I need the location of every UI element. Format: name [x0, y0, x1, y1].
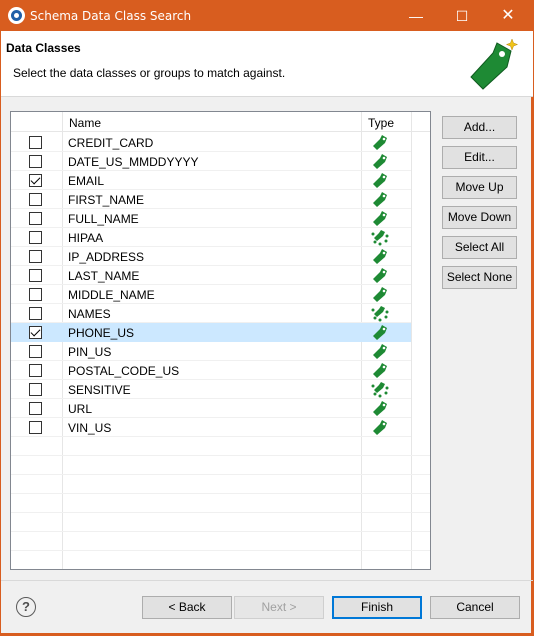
- empty-row: [11, 513, 430, 532]
- move-down-button[interactable]: Move Down: [442, 206, 517, 229]
- table-row[interactable]: PIN_US: [11, 342, 411, 361]
- select-all-button[interactable]: Select All: [442, 236, 517, 259]
- row-name: EMAIL: [68, 174, 105, 188]
- row-checkbox[interactable]: [29, 307, 42, 320]
- data-class-tag-icon: [371, 419, 389, 436]
- data-class-group-icon: [371, 305, 389, 322]
- row-checkbox[interactable]: [29, 212, 42, 225]
- minimize-button[interactable]: —: [393, 1, 439, 31]
- row-checkbox[interactable]: [29, 250, 42, 263]
- title-bar: Schema Data Class Search — ☐ ✕: [1, 1, 533, 31]
- data-class-tag-icon: [371, 400, 389, 417]
- help-icon[interactable]: ?: [16, 597, 36, 617]
- finish-button[interactable]: Finish: [332, 596, 422, 619]
- back-button[interactable]: < Back: [142, 596, 232, 619]
- row-name: PHONE_US: [68, 326, 135, 340]
- row-name: POSTAL_CODE_US: [68, 364, 180, 378]
- row-name: CREDIT_CARD: [68, 136, 154, 150]
- data-class-tag-icon: [371, 191, 389, 208]
- banner-description: Select the data classes or groups to mat…: [13, 66, 286, 80]
- row-checkbox[interactable]: [29, 193, 42, 206]
- table-row[interactable]: VIN_US: [11, 418, 411, 437]
- data-class-tag-icon: [371, 210, 389, 227]
- row-checkbox[interactable]: [29, 383, 42, 396]
- data-class-tag-icon: [371, 134, 389, 151]
- table-row[interactable]: PHONE_US: [11, 323, 411, 342]
- empty-row: [11, 456, 430, 475]
- maximize-button[interactable]: ☐: [439, 1, 485, 31]
- row-name: LAST_NAME: [68, 269, 140, 283]
- add-button[interactable]: Add...: [442, 116, 517, 139]
- close-button[interactable]: ✕: [485, 1, 531, 31]
- row-checkbox[interactable]: [29, 231, 42, 244]
- cancel-button[interactable]: Cancel: [430, 596, 520, 619]
- table-row[interactable]: EMAIL: [11, 171, 411, 190]
- row-checkbox[interactable]: [29, 288, 42, 301]
- row-name: MIDDLE_NAME: [68, 288, 155, 302]
- app-logo-icon: [8, 7, 25, 24]
- empty-row: [11, 532, 430, 551]
- row-name: IP_ADDRESS: [68, 250, 145, 264]
- wizard-banner: Data Classes Select the data classes or …: [1, 31, 533, 97]
- data-class-tag-icon: [371, 324, 389, 341]
- row-name: VIN_US: [68, 421, 112, 435]
- row-name: DATE_US_MMDDYYYY: [68, 155, 199, 169]
- column-header-type[interactable]: Type: [368, 116, 394, 130]
- edit-button[interactable]: Edit...: [442, 146, 517, 169]
- data-class-group-icon: [371, 381, 389, 398]
- table-row[interactable]: CREDIT_CARD: [11, 133, 411, 152]
- row-checkbox[interactable]: [29, 174, 42, 187]
- data-class-tag-icon: [371, 286, 389, 303]
- column-header-name[interactable]: Name: [69, 116, 101, 130]
- banner-title: Data Classes: [6, 41, 81, 55]
- dialog-window: Schema Data Class Search — ☐ ✕ Data Clas…: [0, 0, 533, 634]
- table-row[interactable]: HIPAA: [11, 228, 411, 247]
- data-class-tag-icon: [371, 362, 389, 379]
- row-checkbox[interactable]: [29, 326, 42, 339]
- row-name: FIRST_NAME: [68, 193, 145, 207]
- row-checkbox[interactable]: [29, 136, 42, 149]
- table-header: Name Type: [11, 112, 430, 132]
- table-row[interactable]: SENSITIVE: [11, 380, 411, 399]
- row-checkbox[interactable]: [29, 345, 42, 358]
- row-checkbox[interactable]: [29, 402, 42, 415]
- empty-row: [11, 551, 430, 569]
- green-tag-sparkle-icon: [470, 38, 519, 90]
- empty-row: [11, 475, 430, 494]
- move-up-button[interactable]: Move Up: [442, 176, 517, 199]
- table-row[interactable]: FULL_NAME: [11, 209, 411, 228]
- row-checkbox[interactable]: [29, 421, 42, 434]
- data-class-tag-icon: [371, 248, 389, 265]
- table-row[interactable]: URL: [11, 399, 411, 418]
- data-class-tag-icon: [371, 153, 389, 170]
- data-class-group-icon: [371, 229, 389, 246]
- table-row[interactable]: MIDDLE_NAME: [11, 285, 411, 304]
- empty-row: [11, 494, 430, 513]
- data-class-table[interactable]: Name Type CREDIT_CARD DATE_US_MMDDYYYY EMA…: [10, 111, 431, 570]
- row-name: PIN_US: [68, 345, 112, 359]
- row-name: URL: [68, 402, 93, 416]
- table-row[interactable]: POSTAL_CODE_US: [11, 361, 411, 380]
- data-class-tag-icon: [371, 172, 389, 189]
- row-checkbox[interactable]: [29, 155, 42, 168]
- table-row[interactable]: IP_ADDRESS: [11, 247, 411, 266]
- row-checkbox[interactable]: [29, 364, 42, 377]
- row-name: SENSITIVE: [68, 383, 131, 397]
- data-class-tag-icon: [371, 267, 389, 284]
- row-name: HIPAA: [68, 231, 104, 245]
- row-checkbox[interactable]: [29, 269, 42, 282]
- table-row[interactable]: DATE_US_MMDDYYYY: [11, 152, 411, 171]
- footer-divider: [1, 580, 533, 581]
- row-name: NAMES: [68, 307, 111, 321]
- row-name: FULL_NAME: [68, 212, 139, 226]
- table-row[interactable]: FIRST_NAME: [11, 190, 411, 209]
- data-class-tag-icon: [371, 343, 389, 360]
- next-button[interactable]: Next >: [234, 596, 324, 619]
- table-row[interactable]: LAST_NAME: [11, 266, 411, 285]
- window-title: Schema Data Class Search: [30, 9, 192, 23]
- empty-row: [11, 437, 430, 456]
- table-row[interactable]: NAMES: [11, 304, 411, 323]
- select-none-button[interactable]: Select None: [442, 266, 517, 289]
